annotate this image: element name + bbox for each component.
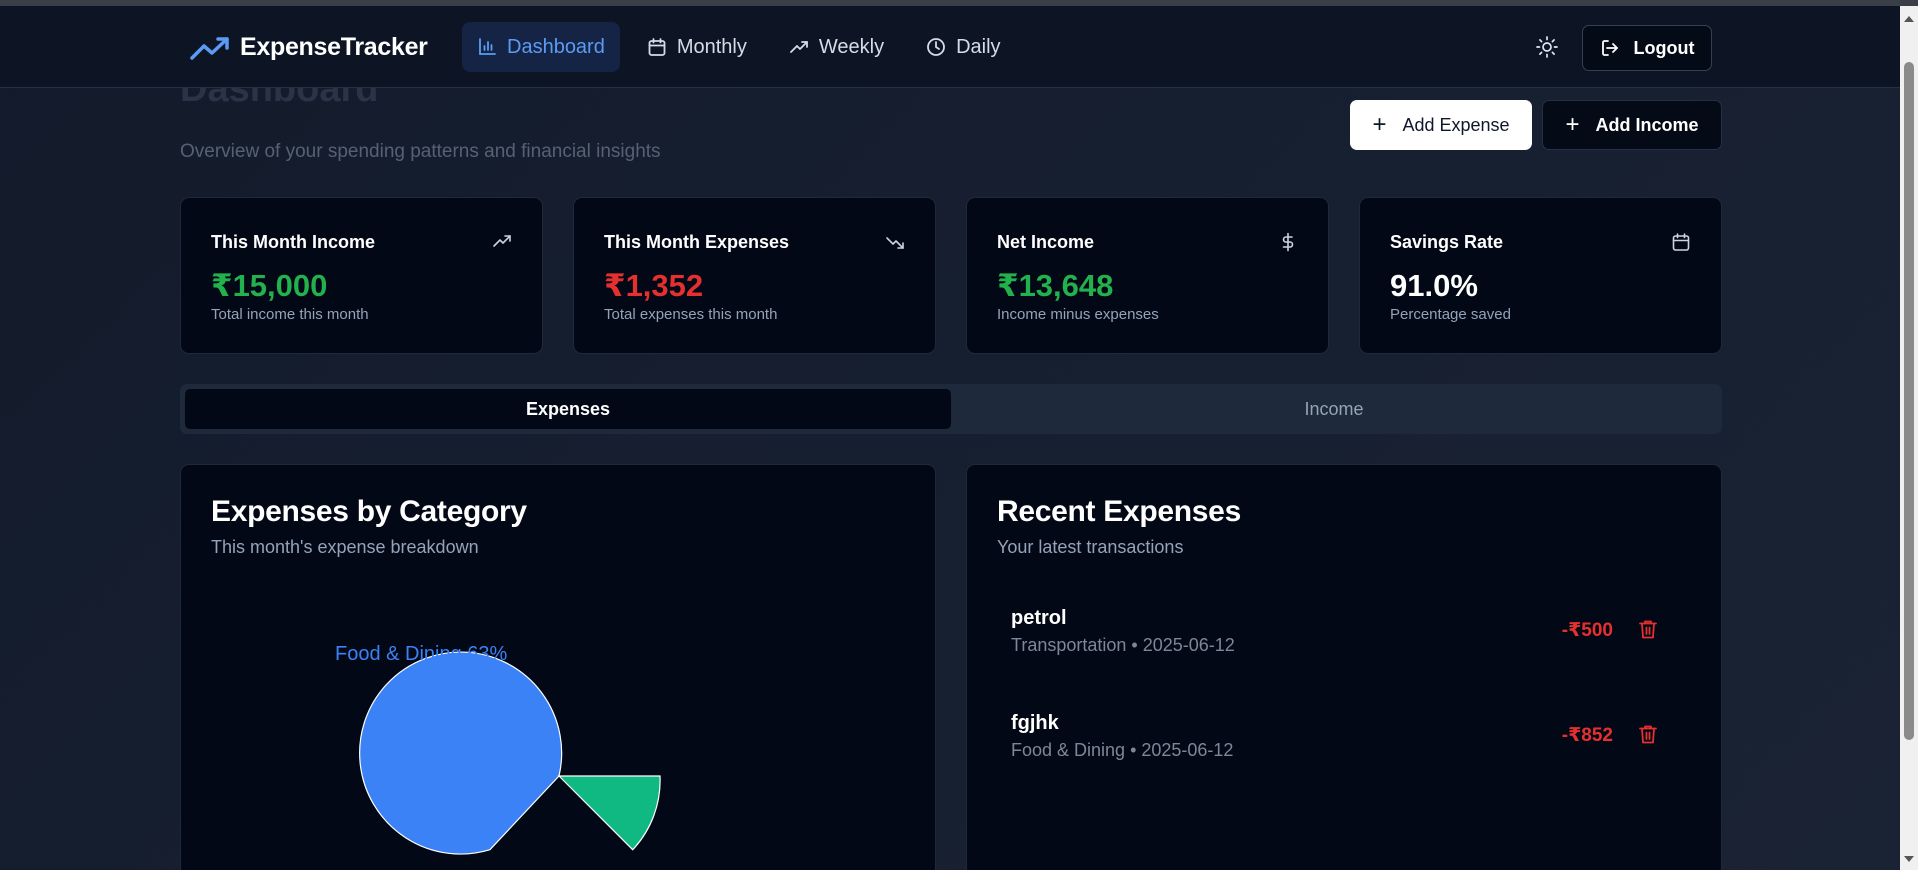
page-subtitle: Overview of your spending patterns and f… <box>180 141 661 162</box>
trending-up-icon <box>493 235 511 247</box>
page-scrollbar[interactable] <box>1900 6 1918 870</box>
brand[interactable]: ExpenseTracker <box>190 33 428 62</box>
expenses-by-category-panel: Expenses by Category This month's expens… <box>180 464 936 870</box>
stat-title: Savings Rate <box>1390 232 1504 252</box>
tab-income[interactable]: Income <box>951 389 1717 429</box>
trash-icon[interactable] <box>1637 618 1659 640</box>
nav-dashboard-label: Dashboard <box>507 35 605 58</box>
stat-value: ₹1,352 <box>604 268 704 303</box>
nav-dashboard[interactable]: Dashboard <box>462 22 620 72</box>
add-income-label: Add Income <box>1595 114 1699 135</box>
bar-chart-icon <box>479 38 496 55</box>
trash-icon[interactable] <box>1637 723 1659 745</box>
transaction-name: petrol <box>1011 607 1067 629</box>
dollar-icon <box>1282 232 1294 252</box>
trending-up-logo-icon <box>190 36 229 60</box>
main-nav: Dashboard Monthly Weekly Daily <box>462 22 1016 72</box>
stat-desc: Total income this month <box>211 306 369 323</box>
stat-desc: Income minus expenses <box>997 306 1159 323</box>
nav-weekly[interactable]: Weekly <box>774 22 899 72</box>
stat-title: Net Income <box>997 232 1095 252</box>
plus-icon: + <box>1565 111 1580 138</box>
nav-daily[interactable]: Daily <box>911 22 1015 72</box>
scroll-up-arrow-icon[interactable] <box>1904 16 1914 22</box>
stat-title: This Month Income <box>211 232 375 252</box>
logout-label: Logout <box>1633 37 1695 58</box>
stat-value: 91.0% <box>1390 268 1478 303</box>
pie-chart-svg <box>359 651 661 855</box>
transaction-amount: -₹500 <box>1561 620 1613 641</box>
page-title: Dashboard <box>180 88 379 110</box>
stat-card-expenses: This Month Expenses ₹1,352 Total expense… <box>573 197 936 354</box>
nav-daily-label: Daily <box>956 35 1001 58</box>
pie-slice-food-dining <box>359 651 563 855</box>
nav-monthly[interactable]: Monthly <box>632 22 762 72</box>
plus-icon: + <box>1372 111 1387 138</box>
calendar-icon <box>648 38 666 56</box>
nav-monthly-label: Monthly <box>676 35 747 58</box>
logout-button[interactable]: Logout <box>1582 25 1712 71</box>
transaction-meta: Food & Dining • 2025-06-12 <box>1011 740 1234 760</box>
scrollbar-thumb[interactable] <box>1904 62 1914 740</box>
sun-icon[interactable] <box>1534 34 1560 60</box>
transaction-meta: Transportation • 2025-06-12 <box>1011 635 1235 655</box>
panel-subtitle: Your latest transactions <box>997 537 1184 557</box>
pie-chart <box>181 465 937 870</box>
calendar-icon <box>1672 233 1690 251</box>
stat-card-net-income: Net Income ₹13,648 Income minus expenses <box>966 197 1329 354</box>
transaction-amount: -₹852 <box>1561 725 1613 746</box>
nav-weekly-label: Weekly <box>818 35 885 58</box>
pie-slice-transportation <box>557 775 661 851</box>
recent-expenses-panel: Recent Expenses Your latest transactions… <box>966 464 1722 870</box>
add-income-button[interactable]: + Add Income <box>1542 100 1722 150</box>
top-navbar: ExpenseTracker Dashboard Monthly Weekly <box>0 6 1900 88</box>
trending-up-icon <box>789 41 808 53</box>
stat-desc: Percentage saved <box>1390 306 1511 323</box>
page-title-region: Dashboard <box>180 88 880 120</box>
stat-title: This Month Expenses <box>604 232 790 252</box>
tab-expenses[interactable]: Expenses <box>185 389 951 429</box>
add-expense-button[interactable]: + Add Expense <box>1350 100 1532 150</box>
add-expense-label: Add Expense <box>1402 114 1510 135</box>
logout-icon <box>1601 40 1618 56</box>
clock-icon <box>927 38 945 56</box>
panel-title: Recent Expenses <box>997 495 1241 528</box>
view-tabs: Expenses Income <box>180 384 1722 434</box>
stat-value: ₹15,000 <box>211 268 328 303</box>
brand-name: ExpenseTracker <box>240 33 428 61</box>
stat-card-savings-rate: Savings Rate 91.0% Percentage saved <box>1359 197 1722 354</box>
scroll-down-arrow-icon[interactable] <box>1904 856 1914 862</box>
transaction-row[interactable]: fgjhk Food & Dining • 2025-06-12 -₹852 <box>1011 712 1671 782</box>
pie-slice-label: Food & Dining 63% <box>335 643 508 665</box>
stat-card-income: This Month Income ₹15,000 Total income t… <box>180 197 543 354</box>
stat-value: ₹13,648 <box>997 268 1114 303</box>
trending-down-icon <box>886 237 904 249</box>
transaction-row[interactable]: petrol Transportation • 2025-06-12 -₹500 <box>1011 607 1671 677</box>
stat-desc: Total expenses this month <box>604 306 778 323</box>
transaction-name: fgjhk <box>1011 712 1059 734</box>
